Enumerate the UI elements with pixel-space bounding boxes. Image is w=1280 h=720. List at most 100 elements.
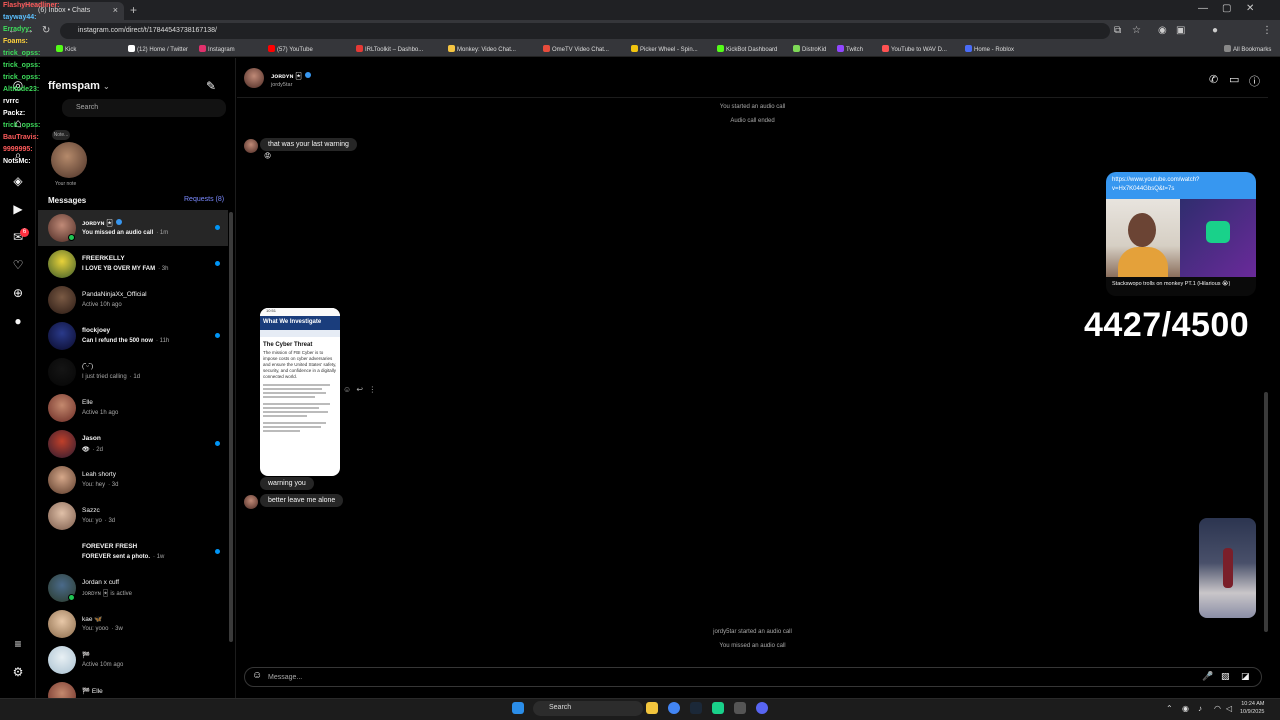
reload-icon[interactable]: ↻ (42, 25, 50, 36)
all-bookmarks-link[interactable]: All Bookmarks (1224, 45, 1271, 53)
chat-list-item[interactable]: FREERKELLY I LOVE YB OVER MY FAM · 3h (38, 246, 228, 282)
minimize-icon[interactable]: — (1198, 3, 1208, 14)
instagram-logo-icon[interactable]: ◎ (11, 78, 25, 92)
steam-icon[interactable] (690, 702, 702, 714)
chat-list-item[interactable]: Leah shorty You: hey · 3d (38, 462, 228, 498)
url-input[interactable]: instagram.com/direct/t/17844543738167138… (60, 23, 1110, 39)
note-bubble[interactable]: Note... (52, 130, 70, 140)
file-explorer-icon[interactable] (646, 702, 658, 714)
profile-icon[interactable]: ● (1212, 25, 1218, 36)
extensions-puzzle-icon[interactable]: ▣ (1176, 25, 1185, 36)
bookmark-link[interactable]: OmeTV Video Chat... (543, 45, 609, 53)
microphone-icon[interactable]: 🎤 (1202, 671, 1213, 682)
chat-list-item[interactable]: Sazzc You: yo · 3d (38, 498, 228, 534)
bookmark-link[interactable]: KickBot Dashboard (717, 45, 777, 53)
back-icon[interactable]: ← (8, 25, 18, 36)
video-call-icon[interactable]: ▭ (1229, 73, 1239, 86)
bookmark-favicon-icon (356, 45, 363, 52)
forward-icon[interactable]: → (24, 25, 34, 36)
chat-list-item[interactable]: Elle Active 1h ago (38, 390, 228, 426)
taskbar-search[interactable]: Search (533, 701, 643, 716)
bookmark-link[interactable]: Twitch (837, 45, 863, 53)
close-tab-icon[interactable]: × (113, 5, 118, 15)
contact-name[interactable]: ᴊᴏʀᴅʏɴ 🃏 (271, 72, 311, 80)
bookmark-link[interactable]: Home - Roblox (965, 45, 1014, 53)
create-icon[interactable]: ⊕ (11, 286, 25, 300)
chat-list-item[interactable]: kae 🦋 You: yooo · 3w (38, 606, 228, 642)
chat-list-scrollbar[interactable] (229, 212, 233, 642)
explore-icon[interactable]: ◈ (11, 174, 25, 188)
shared-screenshot-image[interactable]: 10:51 What We Investigate The Cyber Thre… (260, 308, 340, 476)
chat-list-item[interactable]: Jason 👁 · 2d (38, 426, 228, 462)
contact-avatar[interactable] (244, 68, 264, 88)
tray-mic-icon[interactable]: ♪ (1198, 704, 1202, 713)
chat-list-item[interactable]: (˘ᵕ˘) I just tried calling · 1d (38, 354, 228, 390)
message-bubble[interactable]: better leave me alone (260, 494, 344, 507)
shared-youtube-link[interactable]: https://www.youtube.com/watch?v=Hx7K044G… (1106, 172, 1256, 296)
menu-dots-icon[interactable]: ⋮ (1262, 25, 1272, 36)
chat-list-item[interactable]: FOREVER FRESH FOREVER sent a photo. · 1w (38, 534, 228, 570)
bookmark-link[interactable]: Picker Wheel - Spin... (631, 45, 698, 53)
system-clock[interactable]: 10:24 AM 10/9/2025 (1240, 700, 1264, 716)
menu-icon[interactable]: ≡ (11, 637, 25, 651)
bookmark-link[interactable]: Kick (56, 45, 76, 53)
start-menu-icon[interactable] (512, 702, 524, 714)
bookmark-link[interactable]: (57) YouTube (268, 45, 313, 53)
chat-avatar (48, 430, 76, 458)
chat-list-item[interactable]: 🏁 Active 10m ago (38, 642, 228, 678)
extension-icon[interactable]: ◉ (1158, 25, 1167, 36)
install-app-icon[interactable]: ⧉ (1114, 25, 1121, 36)
app-icon[interactable] (734, 702, 746, 714)
profile-avatar-icon[interactable]: ● (11, 314, 25, 328)
message-input[interactable] (268, 669, 1168, 685)
message-bubble[interactable]: warning you (260, 477, 314, 490)
reply-icon[interactable]: ↩ (356, 385, 363, 394)
new-tab-button[interactable]: + (130, 3, 137, 17)
your-note-avatar[interactable] (51, 142, 87, 178)
more-icon[interactable]: ⋮ (368, 385, 376, 394)
message-reaction[interactable]: 😡 (264, 152, 271, 160)
home-icon[interactable]: ⌂ (11, 116, 25, 130)
chat-avatar (48, 322, 76, 350)
tray-chevron-icon[interactable]: ⌃ (1166, 704, 1173, 713)
link-url[interactable]: https://www.youtube.com/watch?v=Hx7K044G… (1106, 172, 1256, 199)
bookmark-star-icon[interactable]: ☆ (1132, 25, 1141, 36)
volume-icon[interactable]: ◁ (1226, 704, 1232, 713)
maximize-icon[interactable]: ▢ (1222, 3, 1231, 14)
compose-icon[interactable]: ✎ (206, 79, 216, 93)
tray-app-icon[interactable]: ◉ (1182, 704, 1189, 713)
obs-icon[interactable] (712, 702, 724, 714)
bookmark-link[interactable]: (12) Home / Twitter (128, 45, 188, 53)
unread-dot (215, 225, 220, 230)
react-icon[interactable]: ☺ (343, 385, 351, 394)
chrome-icon[interactable] (668, 702, 680, 714)
chat-list-item[interactable]: ᴊᴏʀᴅʏɴ 🃏 You missed an audio call · 1m (38, 210, 228, 246)
threads-icon[interactable]: ⚙ (11, 665, 25, 679)
account-username[interactable]: ffemspam ⌄ (48, 80, 110, 92)
requests-link[interactable]: Requests (8) (184, 196, 224, 203)
phone-call-icon[interactable]: ✆ (1209, 73, 1218, 86)
chat-list-item[interactable]: Jordan x cuff ᴊᴏʀᴅʏɴ 🃏 is active (38, 570, 228, 606)
heart-icon[interactable]: ♡ (11, 258, 25, 272)
bookmark-link[interactable]: Instagram (199, 45, 235, 53)
info-icon[interactable]: ⓘ (1249, 73, 1260, 89)
browser-tab[interactable]: (6) Inbox • Chats × (20, 2, 124, 20)
conversation-scrollbar[interactable] (1264, 392, 1268, 632)
reels-icon[interactable]: ▶ (11, 202, 25, 216)
chat-list-item[interactable]: PandaNinjaXx_Official Active 10h ago (38, 282, 228, 318)
close-window-icon[interactable]: ✕ (1246, 3, 1254, 14)
image-upload-icon[interactable]: ▧ (1221, 671, 1230, 682)
discord-icon[interactable] (756, 702, 768, 714)
search-input[interactable]: Search (62, 99, 226, 117)
message-bubble[interactable]: that was your last warning (260, 138, 357, 151)
search-icon[interactable]: ⌕ (11, 148, 25, 162)
bookmark-link[interactable]: IRLToolkit – Dashbo... (356, 45, 423, 53)
emoji-icon[interactable]: ☺ (252, 670, 262, 681)
chat-list-item[interactable]: flockjoey Can I refund the 500 now · 11h (38, 318, 228, 354)
wifi-icon[interactable]: ◠ (1214, 704, 1221, 713)
chat-preview: I just tried calling · 1d (82, 374, 141, 380)
bookmark-link[interactable]: DistroKid (793, 45, 826, 53)
bookmark-link[interactable]: Monkey: Video Chat... (448, 45, 516, 53)
sticker-icon[interactable]: ◪ (1241, 671, 1250, 682)
bookmark-link[interactable]: YouTube to WAV D... (882, 45, 947, 53)
